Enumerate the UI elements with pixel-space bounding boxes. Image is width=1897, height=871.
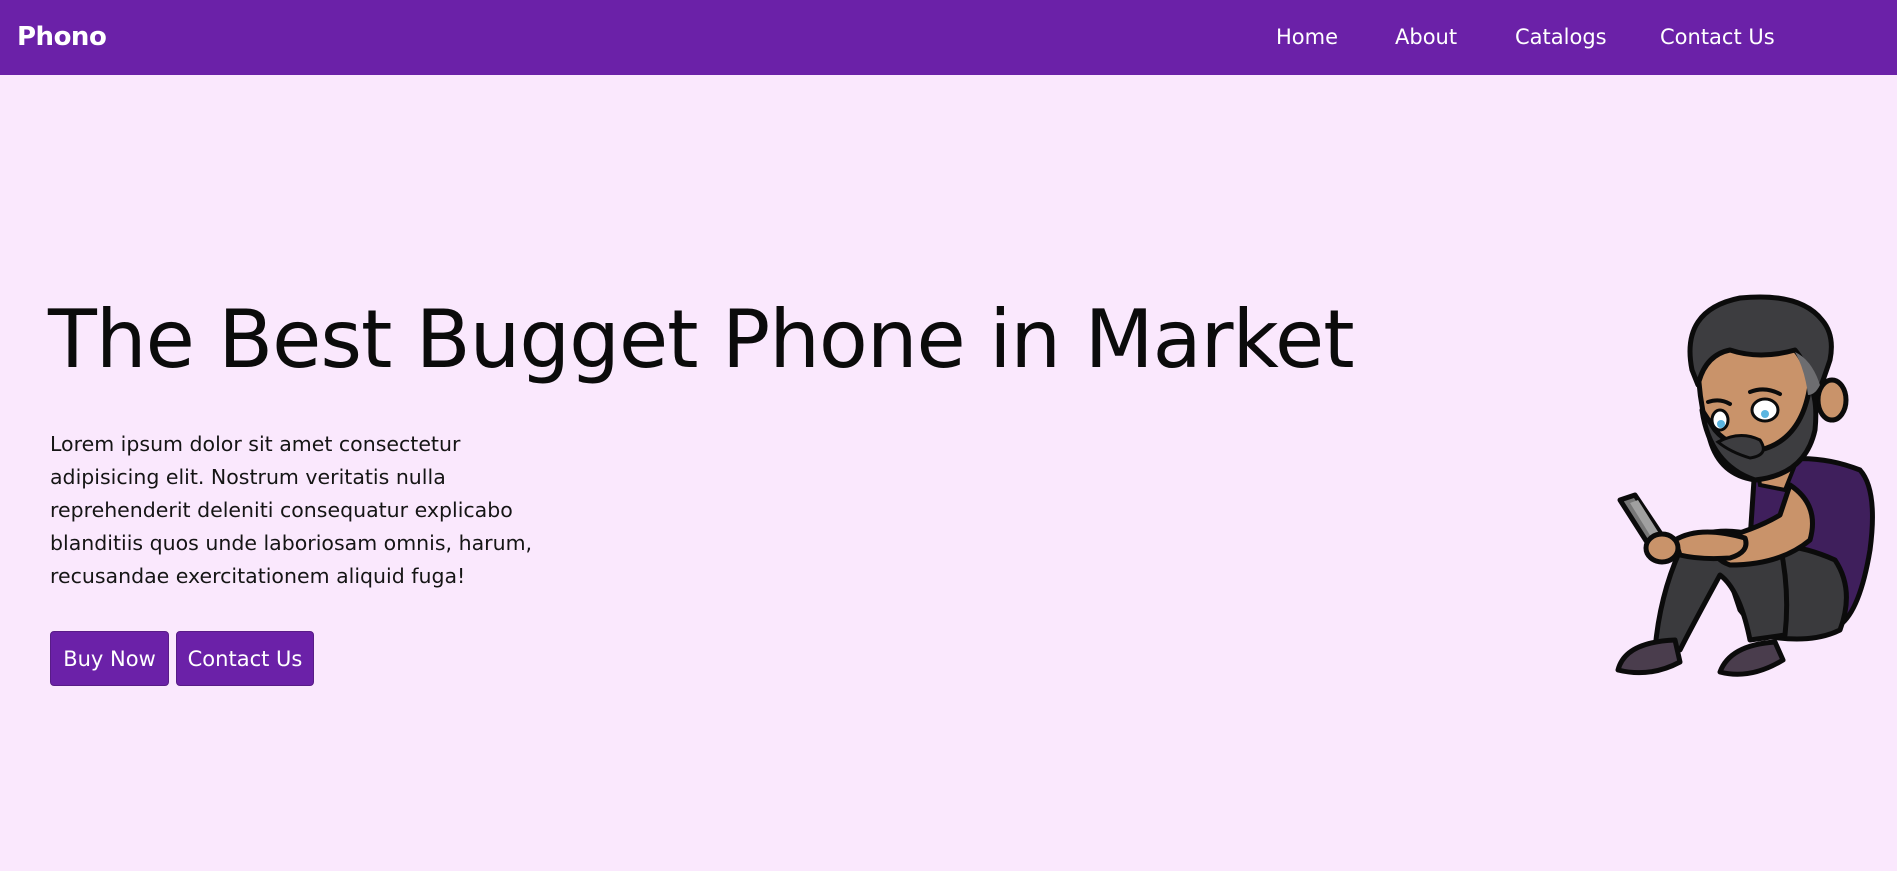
nav-link-catalogs[interactable]: Catalogs: [1515, 0, 1607, 75]
nav-link-home[interactable]: Home: [1276, 0, 1338, 75]
buy-now-button[interactable]: Buy Now: [50, 631, 169, 686]
brand-logo[interactable]: Phono: [17, 0, 107, 75]
top-navbar: Phono Home About Catalogs Contact Us: [0, 0, 1897, 75]
nav-link-about[interactable]: About: [1395, 0, 1457, 75]
hero-title: The Best Bugget Phone in Market: [48, 293, 1355, 386]
man-with-phone-illustration: [1615, 294, 1875, 677]
contact-us-button[interactable]: Contact Us: [176, 631, 314, 686]
hero-description: Lorem ipsum dolor sit amet consectetur a…: [50, 432, 533, 588]
nav-link-contact-us[interactable]: Contact Us: [1660, 0, 1775, 75]
